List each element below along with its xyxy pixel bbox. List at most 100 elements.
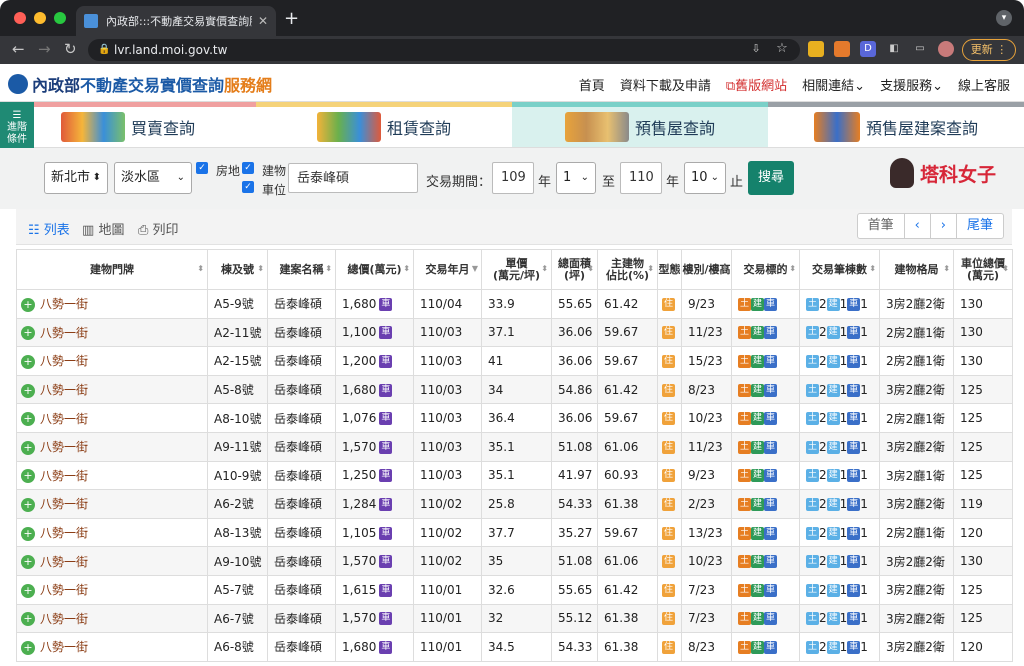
nav-links[interactable]: 相關連結⌄ xyxy=(802,75,865,94)
update-button[interactable]: 更新 ⋮ xyxy=(962,39,1016,61)
list-view-button[interactable]: ☷ 列表 xyxy=(28,219,70,238)
expand-row-icon[interactable]: + xyxy=(21,526,35,541)
table-row[interactable]: + 八勢一街 A9-10號 岳泰峰碩 1,570 車 110/02 35 51.08 61.06 住… xyxy=(16,546,1013,576)
column-header[interactable]: 建物門牌 ⬍ xyxy=(16,249,208,290)
expand-row-icon[interactable]: + xyxy=(21,412,35,427)
close-tab-icon[interactable]: ✕ xyxy=(258,14,268,28)
column-header[interactable]: 單價 (萬元/坪) ⬍ xyxy=(481,249,552,290)
extension-icon[interactable] xyxy=(808,41,824,57)
table-row[interactable]: + 八勢一街 A2-15號 岳泰峰碩 1,200 車 110/03 41 36.06 59.67 住… xyxy=(16,346,1013,376)
tab-sale[interactable]: 買賣查詢 xyxy=(0,107,256,147)
table-row[interactable]: + 八勢一街 A5-7號 岳泰峰碩 1,615 車 110/01 32.6 55.65 61.42… xyxy=(16,574,1013,605)
cast-icon[interactable]: ▭ xyxy=(912,41,928,57)
search-button[interactable]: 搜尋 xyxy=(748,161,794,195)
expand-row-icon[interactable]: + xyxy=(21,612,35,627)
column-header[interactable]: 建案名稱 ⬍ xyxy=(267,249,336,290)
expand-row-icon[interactable]: + xyxy=(21,583,35,598)
column-header[interactable]: 樓別/樓高 ⬍ xyxy=(681,249,732,290)
sort-icon[interactable]: ⬍ xyxy=(403,263,410,275)
sort-icon[interactable]: ⬍ xyxy=(325,263,332,275)
sort-icon[interactable]: ⬍ xyxy=(541,263,548,275)
sort-icon[interactable]: ⬍ xyxy=(197,263,204,275)
table-row[interactable]: + 八勢一街 A8-13號 岳泰峰碩 1,105 車 110/02 37.7 35.27 59.6… xyxy=(16,517,1013,548)
column-header[interactable]: 交易年月 ▼ xyxy=(413,249,482,290)
keyword-input[interactable]: 岳泰峰碩 xyxy=(288,163,418,193)
column-header[interactable]: 棟及號 ⬍ xyxy=(207,249,268,290)
maximize-window-icon[interactable] xyxy=(54,12,66,24)
sort-icon[interactable]: ⬍ xyxy=(789,263,796,275)
sort-icon[interactable]: ⬍ xyxy=(647,263,654,275)
tab-rent[interactable]: 租賃查詢 xyxy=(256,107,512,147)
back-icon[interactable]: ← xyxy=(12,40,25,58)
table-row[interactable]: + 八勢一街 A10-9號 岳泰峰碩 1,250 車 110/03 35.1 41.97 60.9… xyxy=(16,460,1013,491)
reload-icon[interactable]: ↻ xyxy=(64,40,77,58)
city-select[interactable]: 新北市 ⬍ xyxy=(44,162,108,194)
site-logo[interactable]: 內政部 不動產交易實價查詢 服務網 xyxy=(8,72,272,96)
sort-icon[interactable]: ⬍ xyxy=(257,263,264,275)
to-month-select[interactable]: 10 ⌄ xyxy=(684,162,726,194)
table-row[interactable]: + 八勢一街 A8-10號 岳泰峰碩 1,076 車 110/03 36.4 36.06 59.6… xyxy=(16,403,1013,433)
column-header[interactable]: 總面積 (坪) ⬍ xyxy=(551,249,598,290)
table-row[interactable]: + 八勢一街 A9-11號 岳泰峰碩 1,570 車 110/03 35.1 51.08 61.0… xyxy=(16,431,1013,462)
building-checkbox[interactable]: ✓ xyxy=(242,162,254,174)
table-row[interactable]: + 八勢一街 A6-7號 岳泰峰碩 1,570 車 110/01 32 55.12 61.38 住 7… xyxy=(16,603,1013,634)
tab-presale-project[interactable]: 預售屋建案查詢 xyxy=(768,107,1024,147)
to-year-input[interactable]: 110 xyxy=(620,162,662,194)
extensions-puzzle-icon[interactable]: ◧ xyxy=(886,41,902,57)
from-year-input[interactable]: 109 xyxy=(492,162,534,194)
map-view-button[interactable]: ▥ 地圖 xyxy=(82,219,124,238)
browser-tab[interactable]: 內政部:::不動產交易實價查詢服務 ✕ xyxy=(76,6,276,36)
address-bar[interactable]: 🔒 lvr.land.moi.gov.tw xyxy=(88,39,800,61)
column-header[interactable]: 總價(萬元) ⬍ xyxy=(335,249,414,290)
expand-row-icon[interactable]: + xyxy=(21,297,35,312)
parking-checkbox[interactable]: ✓ xyxy=(242,181,254,193)
table-row[interactable]: + 八勢一街 A6-2號 岳泰峰碩 1,284 車 110/02 25.8 54.33 61.38… xyxy=(16,489,1013,519)
profile-avatar[interactable] xyxy=(938,41,954,57)
install-icon[interactable]: ⇩ xyxy=(748,41,764,57)
tab-search-icon[interactable]: ▾ xyxy=(996,10,1012,26)
sort-icon[interactable]: ⬍ xyxy=(943,263,950,275)
nav-online-service[interactable]: 線上客服 xyxy=(958,75,1010,94)
table-row[interactable]: + 八勢一街 A6-8號 岳泰峰碩 1,680 車 110/01 34.5 54.33 61.38… xyxy=(16,632,1013,662)
sort-icon[interactable]: ⬍ xyxy=(869,263,876,275)
column-header[interactable]: 建物格局 ⬍ xyxy=(879,249,954,290)
advanced-filter-button[interactable]: ☰ 進階條件 xyxy=(0,102,34,148)
table-row[interactable]: + 八勢一街 A2-11號 岳泰峰碩 1,100 車 110/03 37.1 36.06 59.6… xyxy=(16,317,1013,348)
expand-row-icon[interactable]: + xyxy=(21,497,35,512)
sort-icon[interactable]: ⬍ xyxy=(721,263,728,275)
print-button[interactable]: ⎙ 列印 xyxy=(138,219,179,238)
extension-icon[interactable]: D xyxy=(860,41,876,57)
forward-icon[interactable]: → xyxy=(38,40,51,58)
bookmark-star-icon[interactable]: ☆ xyxy=(774,41,790,57)
last-page-button[interactable]: 尾筆 xyxy=(957,214,1003,238)
land-checkbox[interactable]: ✓ xyxy=(196,162,208,174)
nav-old-site[interactable]: ⧉舊版網站 xyxy=(726,75,787,94)
first-page-button[interactable]: 首筆 xyxy=(858,214,905,238)
expand-row-icon[interactable]: + xyxy=(21,326,35,341)
expand-row-icon[interactable]: + xyxy=(21,383,35,398)
expand-row-icon[interactable]: + xyxy=(21,354,35,369)
tab-presale[interactable]: 預售屋查詢 xyxy=(512,107,768,147)
sort-icon[interactable]: ⬍ xyxy=(587,263,594,275)
close-window-icon[interactable] xyxy=(14,12,26,24)
column-header[interactable]: 交易筆棟數 ⬍ xyxy=(799,249,880,290)
minimize-window-icon[interactable] xyxy=(34,12,46,24)
column-header[interactable]: 車位總價 (萬元) ⬍ xyxy=(953,249,1013,290)
column-header[interactable]: 主建物 佔比(%) ⬍ xyxy=(597,249,658,290)
nav-home[interactable]: 首頁 xyxy=(579,75,605,94)
expand-row-icon[interactable]: + xyxy=(21,469,35,484)
from-month-select[interactable]: 1 ⌄ xyxy=(556,162,596,194)
district-select[interactable]: 淡水區 ⌄ xyxy=(114,162,192,194)
new-tab-icon[interactable]: + xyxy=(284,8,299,29)
expand-row-icon[interactable]: + xyxy=(21,440,35,455)
nav-download[interactable]: 資料下載及申請 xyxy=(620,75,711,94)
table-row[interactable]: + 八勢一街 A5-8號 岳泰峰碩 1,680 車 110/03 34 54.86 61.42 住 8… xyxy=(16,374,1013,405)
column-header[interactable]: 交易標的 ⬍ xyxy=(731,249,800,290)
table-row[interactable]: + 八勢一街 A5-9號 岳泰峰碩 1,680 車 110/04 33.9 55.65 61.42… xyxy=(16,289,1013,319)
expand-row-icon[interactable]: + xyxy=(21,640,35,655)
sort-desc-icon[interactable]: ▼ xyxy=(472,263,478,275)
column-header[interactable]: 型態 xyxy=(657,249,682,290)
nav-support[interactable]: 支援服務⌄ xyxy=(880,75,943,94)
expand-row-icon[interactable]: + xyxy=(21,555,35,570)
extension-icon[interactable] xyxy=(834,41,850,57)
